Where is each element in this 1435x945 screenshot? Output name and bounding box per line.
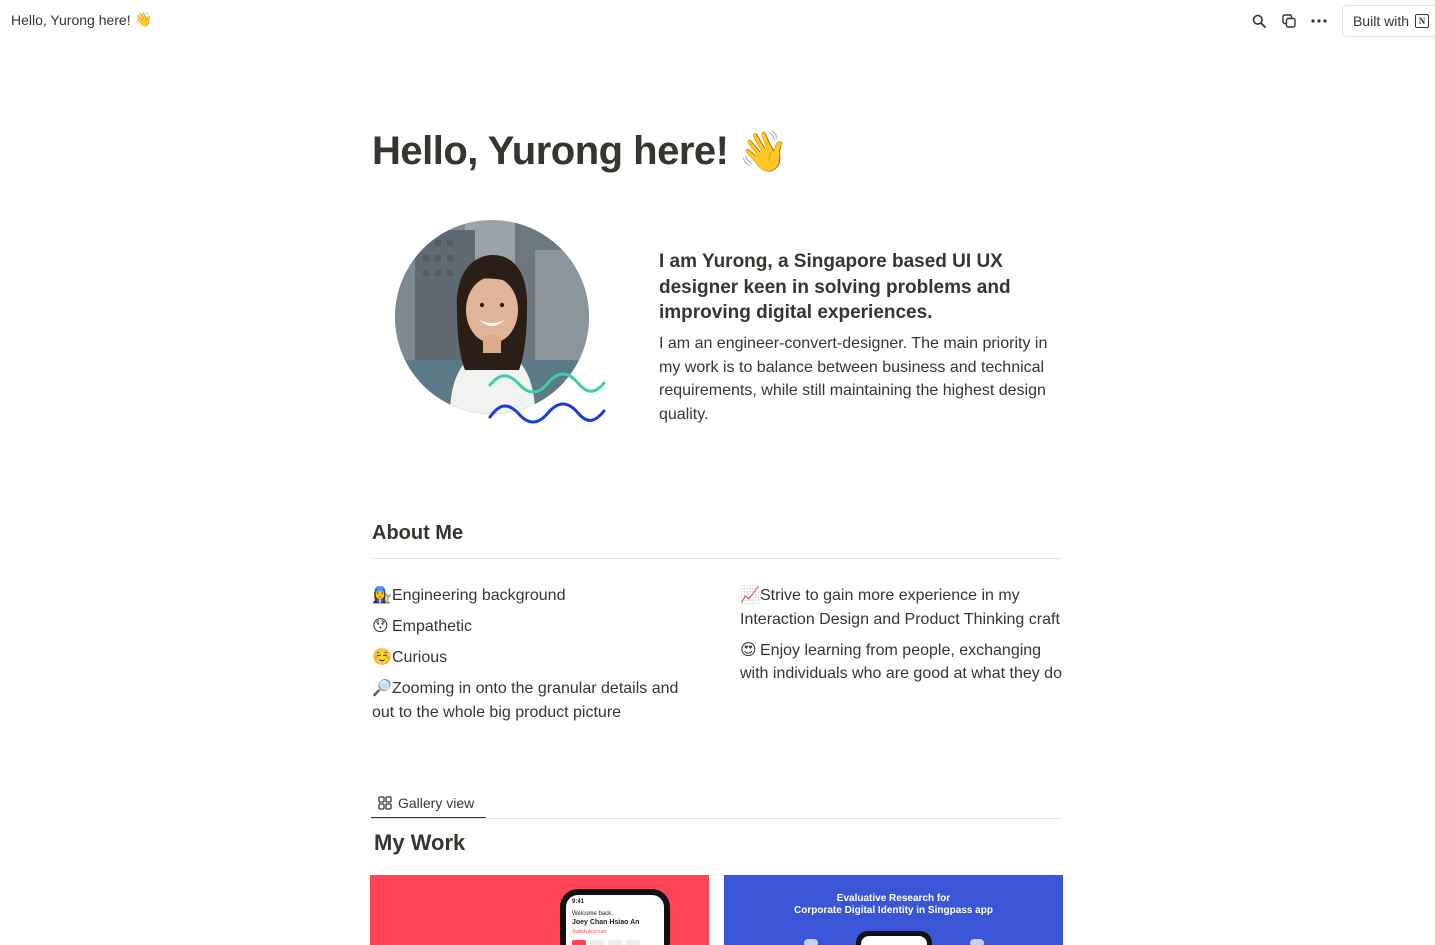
breadcrumb[interactable]: Hello, Yurong here! 👋 <box>11 11 152 28</box>
waving-hand-icon: 👋 <box>738 130 789 174</box>
more-icon <box>1311 19 1327 23</box>
about-me-heading: About Me <box>372 522 464 544</box>
card-caption-line2: Corporate Digital Identity in Singpass a… <box>794 905 993 916</box>
page-title-text: Hello, Yurong here! <box>372 129 729 173</box>
waving-hand-icon: 👋 <box>134 11 153 27</box>
more-button[interactable] <box>1304 7 1334 35</box>
breadcrumb-title[interactable]: Hello, Yurong here! <box>11 12 131 28</box>
phone-screen <box>861 936 927 945</box>
list-item-text: Engineering background <box>392 587 566 604</box>
phone-tile <box>572 940 586 945</box>
smiling-face-icon: ☺️ <box>372 649 392 666</box>
phone-tile <box>608 940 622 945</box>
hero-body-text: I am an engineer-convert-designer. The m… <box>659 335 1048 423</box>
tab-gallery-view[interactable]: Gallery view <box>371 788 486 819</box>
gallery-divider <box>371 818 1062 819</box>
list-item: 📈Strive to gain more experience in my In… <box>740 584 1062 631</box>
phone-time: 9:41 <box>572 899 585 905</box>
search-icon <box>1252 14 1266 28</box>
list-item: 👩‍🔧Engineering background <box>372 584 702 608</box>
phone-greeting: Welcome back, <box>572 911 613 917</box>
phone-tile <box>590 940 604 945</box>
phone-switch-account: Switch Account <box>572 929 606 935</box>
about-divider <box>371 558 1062 559</box>
about-right-column: 📈Strive to gain more experience in my In… <box>740 584 1062 693</box>
heart-eyes-icon: 😍 <box>740 641 757 659</box>
magnifier-icon: 🔎 <box>372 680 392 697</box>
tab-label: Gallery view <box>398 794 475 811</box>
gallery-card[interactable]: 9:41 Welcome back, Joey Chan Hsiao An Sw… <box>370 875 709 945</box>
phone-mockup <box>856 931 932 945</box>
duplicate-icon <box>1282 14 1296 28</box>
decorative-chip <box>804 939 818 945</box>
phone-user-name: Joey Chan Hsiao An <box>572 919 640 926</box>
built-with-notion-button[interactable]: Built with N <box>1341 5 1435 37</box>
card-caption-line1: Evaluative Research for <box>836 893 951 904</box>
duplicate-button[interactable] <box>1274 7 1304 35</box>
phone-mockup: 9:41 Welcome back, Joey Chan Hsiao An Sw… <box>560 889 670 945</box>
hushed-face-icon: 😯 <box>372 618 389 635</box>
mechanic-icon: 👩‍🔧 <box>372 587 392 604</box>
about-left-column: 👩‍🔧Engineering background 😯 Empathetic ☺️… <box>372 584 702 732</box>
list-item-text: Enjoy learning from people, exchanging w… <box>740 641 1062 683</box>
gallery-card[interactable]: Evaluative Research for Corporate Digita… <box>724 875 1063 945</box>
decorative-chip <box>970 939 984 945</box>
notion-logo-icon: N <box>1415 14 1429 28</box>
gallery-title: My Work <box>374 830 466 855</box>
list-item-text: Zooming in onto the granular details and… <box>372 680 679 721</box>
page-title: Hello, Yurong here! 👋 <box>372 128 788 175</box>
decorative-waves-icon <box>488 372 606 424</box>
top-actions: Built with N <box>1244 5 1435 37</box>
list-item: ☺️Curious <box>372 646 702 670</box>
gallery-grid-icon <box>378 795 392 810</box>
list-item: 😯 Empathetic <box>372 615 702 639</box>
list-item-text: Empathetic <box>392 618 473 635</box>
list-item: 😍 Enjoy learning from people, exchanging … <box>740 639 1062 686</box>
chart-increasing-icon: 📈 <box>740 587 760 604</box>
list-item-text: Curious <box>392 649 448 666</box>
phone-tile <box>626 940 640 945</box>
phone-screen: 9:41 Welcome back, Joey Chan Hsiao An Sw… <box>566 895 664 945</box>
top-bar: Hello, Yurong here! 👋 Built with N <box>0 0 1435 42</box>
list-item: 🔎Zooming in onto the granular details an… <box>372 677 702 724</box>
built-with-label: Built with <box>1352 13 1409 29</box>
hero-headline: I am Yurong, a Singapore based UI UX des… <box>659 251 1011 323</box>
search-button[interactable] <box>1244 7 1274 35</box>
list-item-text: Strive to gain more experience in my Int… <box>740 587 1060 628</box>
